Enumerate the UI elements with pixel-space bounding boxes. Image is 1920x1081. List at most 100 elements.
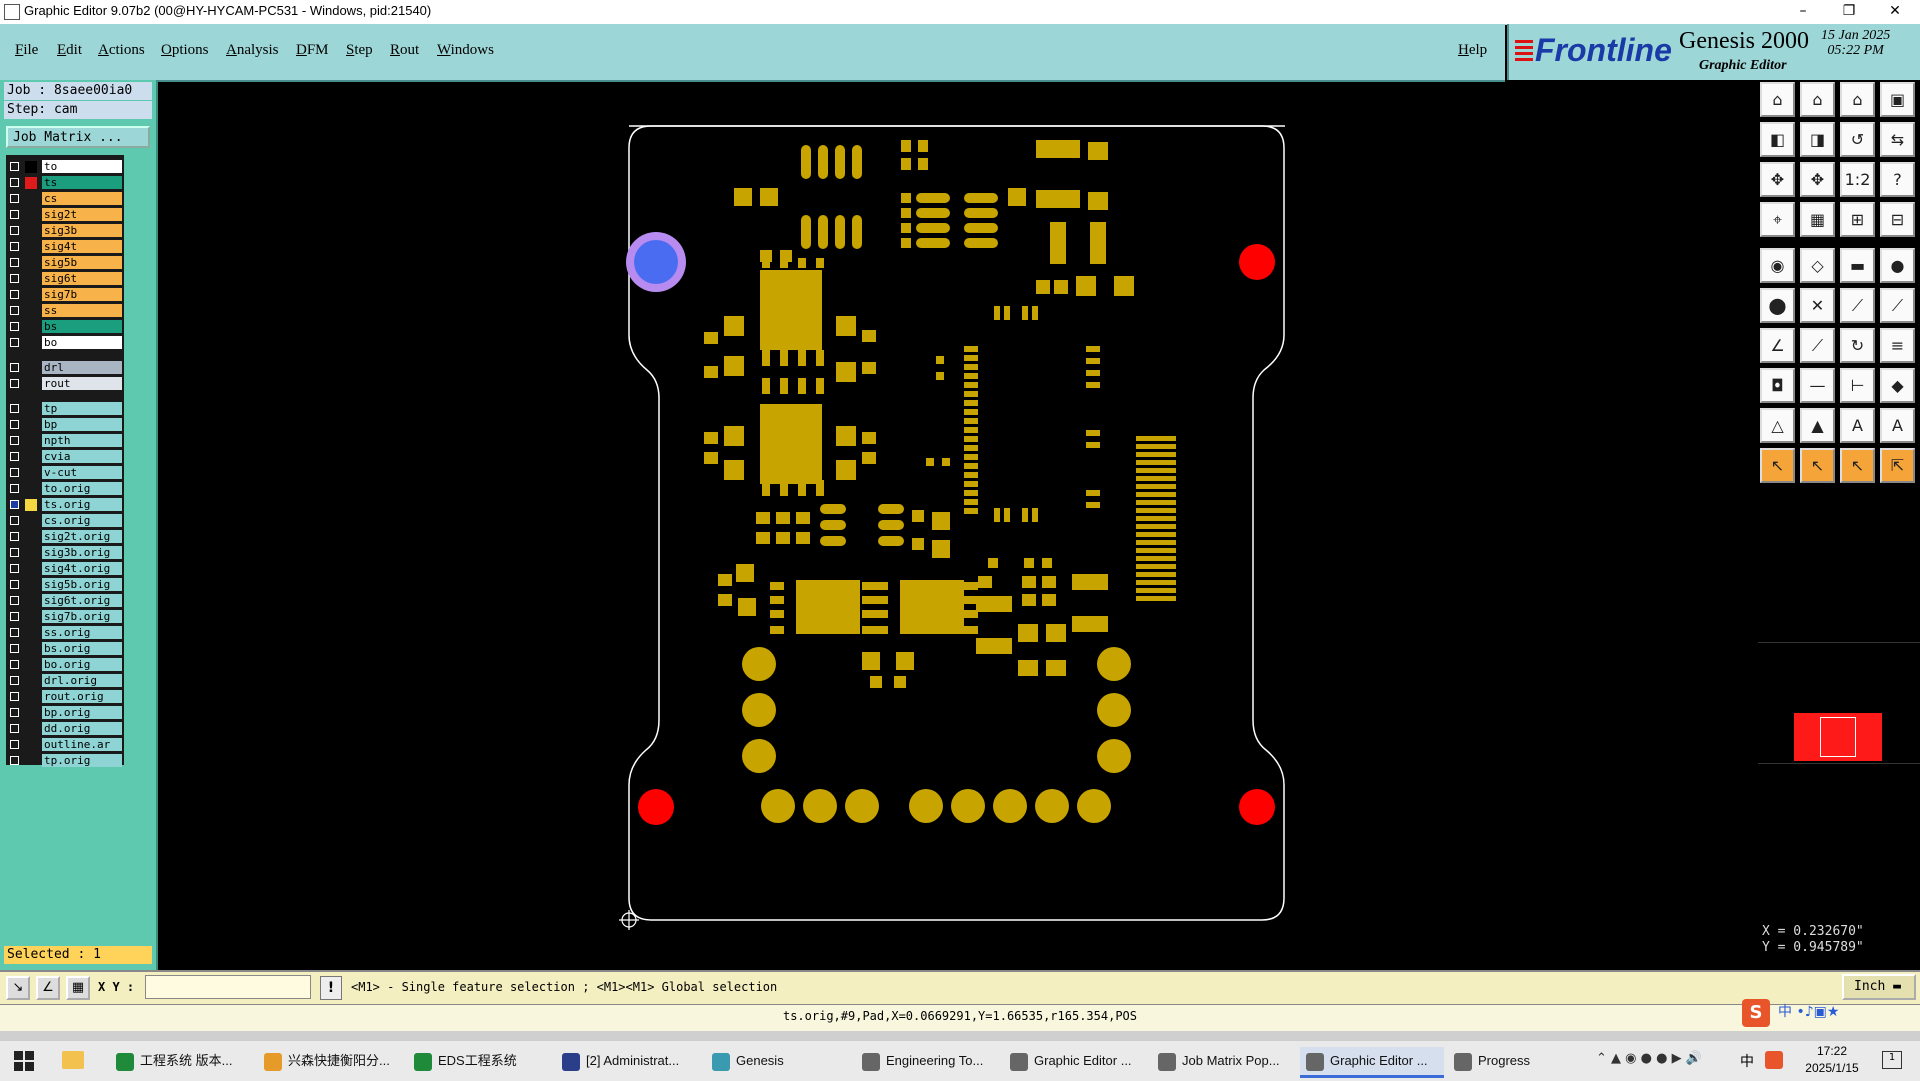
tool-button-icon[interactable]: A [1880, 408, 1915, 443]
tool-button-icon[interactable]: ⊢ [1840, 368, 1875, 403]
layer-name[interactable]: ss.orig [42, 626, 122, 639]
layer-name[interactable]: to [42, 160, 122, 173]
menu-step[interactable]: Step [346, 42, 373, 59]
ime-indicator[interactable]: 中 [1740, 1051, 1754, 1071]
layer-color-swatch[interactable] [25, 595, 37, 607]
layer-checkbox[interactable] [10, 162, 19, 171]
layer-row-sig6t-orig[interactable]: sig6t.orig [6, 593, 124, 608]
tool-button-icon[interactable]: ◉ [1760, 248, 1795, 283]
job-matrix-button[interactable]: Job Matrix ... [6, 126, 150, 148]
menu-rout[interactable]: Rout [390, 42, 419, 59]
layer-name[interactable]: dd.orig [42, 722, 122, 735]
minimap-viewport[interactable] [1820, 717, 1856, 757]
tool-button-icon[interactable]: ↺ [1840, 122, 1875, 157]
sogou-icon[interactable] [1765, 1051, 1783, 1069]
layer-row-sig6t[interactable]: sig6t [6, 271, 124, 286]
layer-checkbox[interactable] [10, 436, 19, 445]
tool-button-icon[interactable]: ⊞ [1840, 202, 1875, 237]
taskbar-item[interactable]: Job Matrix Pop... [1152, 1047, 1296, 1075]
layer-color-swatch[interactable] [25, 755, 37, 767]
selected-pad[interactable] [634, 240, 678, 284]
layer-name[interactable]: sig4t.orig [42, 562, 122, 575]
notification-icon[interactable]: 1 [1882, 1051, 1902, 1069]
layer-name[interactable]: sig7b.orig [42, 610, 122, 623]
layer-row-bs[interactable]: bs [6, 319, 124, 334]
layer-checkbox[interactable] [10, 178, 19, 187]
layer-name[interactable]: bs [42, 320, 122, 333]
layer-name[interactable]: sig2t.orig [42, 530, 122, 543]
tool-button-icon[interactable]: ⬤ [1760, 288, 1795, 323]
layer-row-npth[interactable]: npth [6, 433, 124, 448]
layer-color-swatch[interactable] [25, 257, 37, 269]
tool-button-icon[interactable]: ⟋ [1840, 288, 1875, 323]
tool-button-icon[interactable]: ↻ [1840, 328, 1875, 363]
layer-checkbox[interactable] [10, 628, 19, 637]
tool-button-icon[interactable]: ⇆ [1880, 122, 1915, 157]
tool-button-icon[interactable]: ▣ [1880, 82, 1915, 117]
close-button[interactable]: ✕ [1872, 0, 1918, 24]
layer-color-swatch[interactable] [25, 209, 37, 221]
menu-edit[interactable]: Edit [57, 42, 82, 59]
layer-row-sig3b[interactable]: sig3b [6, 223, 124, 238]
units-selector[interactable]: Inch ▬ [1842, 974, 1916, 1000]
layer-color-swatch[interactable] [25, 161, 37, 173]
tool-button-icon[interactable]: ▦ [1800, 202, 1835, 237]
tool-button-icon[interactable]: ? [1880, 162, 1915, 197]
layer-name[interactable]: ts.orig [42, 498, 122, 511]
taskbar-item[interactable]: [2] Administrat... [556, 1047, 700, 1075]
tool-button-icon[interactable]: ⇱ [1880, 448, 1915, 483]
tool-button-icon[interactable]: ⟋ [1800, 328, 1835, 363]
tool-button-icon[interactable]: ≡ [1880, 328, 1915, 363]
layer-checkbox[interactable] [10, 564, 19, 573]
layer-name[interactable]: sig6t [42, 272, 122, 285]
layer-row-sig2t-orig[interactable]: sig2t.orig [6, 529, 124, 544]
layer-checkbox[interactable] [10, 644, 19, 653]
layer-checkbox[interactable] [10, 420, 19, 429]
layer-name[interactable]: cs [42, 192, 122, 205]
layer-checkbox[interactable] [10, 404, 19, 413]
layer-name[interactable]: v-cut [42, 466, 122, 479]
layer-checkbox[interactable] [10, 708, 19, 717]
layer-checkbox[interactable] [10, 226, 19, 235]
tool-button-icon[interactable]: ● [1880, 248, 1915, 283]
layer-name[interactable]: to.orig [42, 482, 122, 495]
tool-button-icon[interactable]: ⌂ [1760, 82, 1795, 117]
tool-button-icon[interactable]: △ [1760, 408, 1795, 443]
tool-button-icon[interactable]: ⌖ [1760, 202, 1795, 237]
layer-color-swatch[interactable] [25, 547, 37, 559]
layer-row-tp[interactable]: tp [6, 401, 124, 416]
layer-color-swatch[interactable] [25, 419, 37, 431]
layer-color-swatch[interactable] [25, 643, 37, 655]
file-explorer-icon[interactable] [62, 1051, 84, 1069]
taskbar-item[interactable]: Genesis [706, 1047, 850, 1075]
layer-name[interactable]: bp [42, 418, 122, 431]
layer-checkbox[interactable] [10, 338, 19, 347]
tool-button-icon[interactable]: A [1840, 408, 1875, 443]
layer-row-bs-orig[interactable]: bs.orig [6, 641, 124, 656]
layer-color-swatch[interactable] [25, 483, 37, 495]
tool-button-icon[interactable]: ↖ [1840, 448, 1875, 483]
layer-checkbox[interactable] [10, 532, 19, 541]
layer-name[interactable]: tp.orig [42, 754, 122, 767]
layer-color-swatch[interactable] [25, 739, 37, 751]
layer-checkbox[interactable] [10, 676, 19, 685]
start-icon[interactable] [14, 1051, 34, 1071]
ime-logo-icon[interactable]: S [1742, 999, 1770, 1027]
layer-name[interactable]: ss [42, 304, 122, 317]
clock[interactable]: 17:22 2025/1/15 [1792, 1043, 1872, 1077]
menu-analysis[interactable]: Analysis [226, 42, 279, 59]
tool-button-icon[interactable]: ✕ [1800, 288, 1835, 323]
menu-actions[interactable]: Actions [98, 42, 145, 59]
layer-checkbox[interactable] [10, 274, 19, 283]
layer-checkbox[interactable] [10, 756, 19, 765]
layer-name[interactable]: sig5b [42, 256, 122, 269]
layer-row-sig7b-orig[interactable]: sig7b.orig [6, 609, 124, 624]
layer-row-cs[interactable]: cs [6, 191, 124, 206]
layer-color-swatch[interactable] [25, 563, 37, 575]
layer-name[interactable]: bo [42, 336, 122, 349]
layer-row-drl-orig[interactable]: drl.orig [6, 673, 124, 688]
layer-row-sig5b[interactable]: sig5b [6, 255, 124, 270]
menu-options[interactable]: Options [161, 42, 209, 59]
layer-color-swatch[interactable] [25, 321, 37, 333]
layer-checkbox[interactable] [10, 194, 19, 203]
